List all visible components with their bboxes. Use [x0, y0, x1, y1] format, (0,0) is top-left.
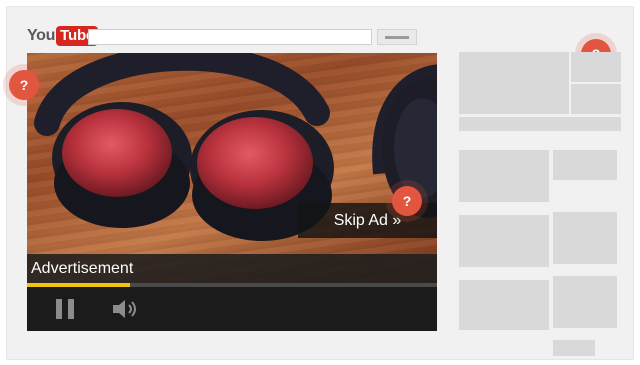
help-marker-skip-ad[interactable]: ?	[392, 186, 422, 216]
logo-you-text: You	[27, 27, 56, 44]
sidebar-ad-small-bottom[interactable]	[571, 84, 621, 114]
volume-icon[interactable]	[111, 298, 139, 320]
help-marker-player[interactable]: ?	[9, 70, 39, 100]
related-video-title[interactable]	[553, 276, 617, 328]
related-video-thumbnail[interactable]	[459, 215, 549, 267]
player-controls	[27, 287, 437, 331]
related-video-thumbnail[interactable]	[459, 280, 549, 330]
search-input[interactable]	[88, 29, 372, 45]
ad-bar: Advertisement	[27, 254, 437, 286]
sidebar-ad-large[interactable]	[459, 52, 569, 114]
search-button[interactable]	[377, 29, 417, 45]
pause-bar-left	[56, 299, 62, 319]
related-video-meta	[553, 340, 595, 356]
related-video-title[interactable]	[553, 150, 617, 180]
sidebar-ad-caption	[459, 117, 621, 131]
pause-icon[interactable]	[56, 299, 76, 319]
sidebar-ad-small-top[interactable]	[571, 52, 621, 82]
pause-bar-right	[68, 299, 74, 319]
related-video-thumbnail[interactable]	[459, 150, 549, 202]
video-player[interactable]: Skip Ad » Advertisement	[27, 53, 437, 331]
advertisement-label: Advertisement	[31, 260, 134, 277]
search-button-glyph	[385, 36, 409, 39]
related-video-title[interactable]	[553, 212, 617, 264]
